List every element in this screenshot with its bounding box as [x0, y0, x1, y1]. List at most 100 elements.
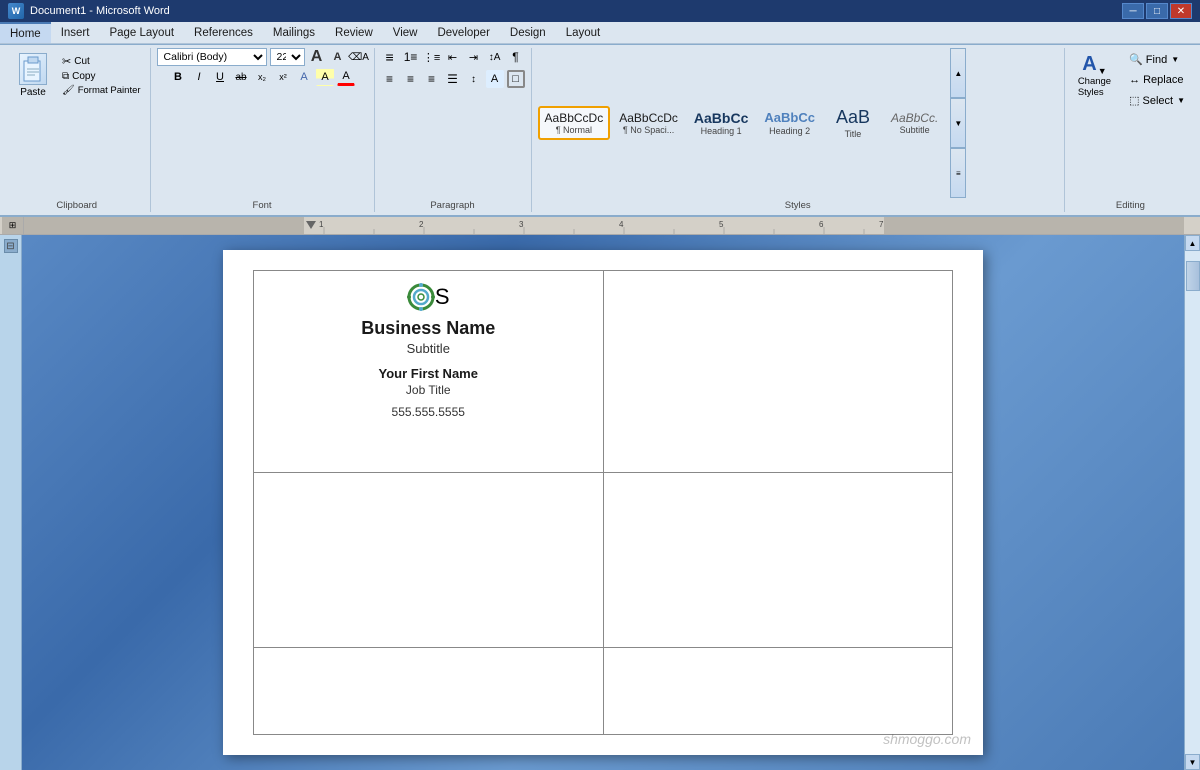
- menu-bar: Home Insert Page Layout References Maili…: [0, 22, 1200, 44]
- card-subtitle: Subtitle: [270, 341, 587, 356]
- select-button[interactable]: ⬚ Select ▼: [1124, 91, 1190, 110]
- clipboard-group-label: Clipboard: [10, 198, 144, 212]
- numbering-button[interactable]: 1≡: [402, 48, 420, 66]
- menu-layout[interactable]: Layout: [556, 22, 611, 43]
- paste-button[interactable]: Paste: [10, 48, 56, 103]
- change-styles-group: A ▼ ChangeStyles 🔍 Find ▼ ↔ Replace: [1065, 48, 1196, 212]
- menu-mailings[interactable]: Mailings: [263, 22, 325, 43]
- strikethrough-button[interactable]: ab: [232, 68, 250, 86]
- document-page[interactable]: S Business Name Subtitle Your First Name…: [223, 250, 983, 755]
- card-logo-area: S: [270, 283, 587, 314]
- menu-design[interactable]: Design: [500, 22, 556, 43]
- clipboard-group: Paste ✂ Cut ⧉ Copy 🖌 Format: [4, 48, 151, 212]
- ruler-marks: 1 2 3 4 5 6 7: [24, 217, 1198, 235]
- multilevel-list-button[interactable]: ⋮≡: [423, 48, 441, 66]
- card-cell-right-bottom[interactable]: [603, 647, 953, 734]
- card-phone: 555.555.5555: [270, 405, 587, 419]
- paragraph-group-label: Paragraph: [381, 198, 525, 212]
- line-spacing-button[interactable]: ↕: [465, 70, 483, 88]
- title-bar: W Document1 - Microsoft Word ─ □ ✕: [0, 0, 1200, 22]
- replace-button[interactable]: ↔ Replace: [1124, 71, 1190, 89]
- menu-page-layout[interactable]: Page Layout: [99, 22, 184, 43]
- view-ruler-button[interactable]: ⊟: [4, 239, 18, 253]
- style-title[interactable]: AaB Title: [824, 102, 882, 144]
- vertical-scrollbar[interactable]: ▲ ▼: [1184, 235, 1200, 770]
- style-title-preview: AaB: [836, 107, 870, 129]
- text-effects-button[interactable]: A: [295, 68, 313, 86]
- style-heading2[interactable]: AaBbCc Heading 2: [757, 105, 822, 141]
- scissors-icon: ✂: [62, 55, 71, 68]
- menu-references[interactable]: References: [184, 22, 263, 43]
- style-normal[interactable]: AaBbCcDc ¶ Normal: [538, 106, 611, 140]
- style-subtitle[interactable]: AaBbCc. Subtitle: [884, 106, 945, 140]
- clear-formatting-button[interactable]: ⌫A: [350, 48, 368, 66]
- increase-indent-button[interactable]: ⇥: [465, 48, 483, 66]
- menu-review[interactable]: Review: [325, 22, 383, 43]
- card-cell-right-middle[interactable]: [603, 472, 953, 647]
- menu-home[interactable]: Home: [0, 22, 51, 43]
- find-button[interactable]: 🔍 Find ▼: [1124, 50, 1190, 69]
- select-dropdown-icon: ▼: [1177, 96, 1185, 105]
- style-heading2-preview: AaBbCc: [764, 110, 815, 126]
- align-right-button[interactable]: ≡: [423, 70, 441, 88]
- font-group-label: Font: [157, 198, 368, 212]
- menu-insert[interactable]: Insert: [51, 22, 100, 43]
- card-row-2: [254, 472, 953, 647]
- show-marks-button[interactable]: ¶: [507, 48, 525, 66]
- business-name: Business Name: [270, 318, 587, 339]
- superscript-button[interactable]: x²: [274, 68, 292, 86]
- change-styles-dropdown-icon: ▼: [1098, 66, 1107, 76]
- shrink-font-button[interactable]: A: [329, 48, 347, 66]
- style-heading1[interactable]: AaBbCc Heading 1: [687, 105, 755, 142]
- font-size-select[interactable]: 22: [270, 48, 305, 66]
- font-family-select[interactable]: Calibri (Body): [157, 48, 267, 66]
- italic-button[interactable]: I: [190, 68, 208, 86]
- menu-developer[interactable]: Developer: [427, 22, 499, 43]
- card-cell-left-bottom[interactable]: [254, 647, 604, 734]
- styles-scroll-up-button[interactable]: ▲: [950, 48, 966, 98]
- watermark: shmoggo.com: [883, 731, 971, 747]
- style-no-spacing[interactable]: AaBbCcDc ¶ No Spaci...: [612, 106, 685, 140]
- card-cell-main[interactable]: S Business Name Subtitle Your First Name…: [254, 271, 604, 473]
- bullets-button[interactable]: ≡: [381, 48, 399, 66]
- card-row-3: [254, 647, 953, 734]
- styles-scroll-down-button[interactable]: ▼: [950, 98, 966, 148]
- maximize-button[interactable]: □: [1146, 3, 1168, 19]
- borders-button[interactable]: □: [507, 70, 525, 88]
- sort-button[interactable]: ↕A: [486, 48, 504, 66]
- styles-more-button[interactable]: ≡: [950, 148, 966, 198]
- bold-button[interactable]: B: [169, 68, 187, 86]
- style-normal-preview: AaBbCcDc: [545, 111, 604, 125]
- card-cell-left-middle[interactable]: [254, 472, 604, 647]
- change-styles-button[interactable]: A ▼ ChangeStyles: [1071, 48, 1118, 103]
- copy-icon: ⧉: [62, 71, 69, 82]
- window-title: Document1 - Microsoft Word: [30, 5, 1122, 17]
- svg-text:4: 4: [619, 220, 624, 229]
- scroll-thumb[interactable]: [1186, 261, 1200, 291]
- grow-font-button[interactable]: A: [308, 48, 326, 66]
- cut-button[interactable]: ✂ Cut: [59, 54, 144, 69]
- scroll-down-button[interactable]: ▼: [1185, 754, 1200, 770]
- scroll-up-button[interactable]: ▲: [1185, 235, 1200, 251]
- card-cell-right-top[interactable]: [603, 271, 953, 473]
- window-controls: ─ □ ✕: [1122, 3, 1192, 19]
- business-card-table: S Business Name Subtitle Your First Name…: [253, 270, 953, 735]
- ruler-corner: ⊞: [2, 217, 24, 234]
- font-color-button[interactable]: A: [337, 68, 355, 86]
- menu-view[interactable]: View: [383, 22, 428, 43]
- svg-text:6: 6: [819, 220, 824, 229]
- align-center-button[interactable]: ≡: [402, 70, 420, 88]
- underline-button[interactable]: U: [211, 68, 229, 86]
- format-painter-button[interactable]: 🖌 Format Painter: [59, 84, 144, 97]
- subscript-button[interactable]: x₂: [253, 68, 271, 86]
- decrease-indent-button[interactable]: ⇤: [444, 48, 462, 66]
- close-button[interactable]: ✕: [1170, 3, 1192, 19]
- svg-text:5: 5: [719, 220, 724, 229]
- minimize-button[interactable]: ─: [1122, 3, 1144, 19]
- copy-button[interactable]: ⧉ Copy: [59, 70, 144, 83]
- shading-button[interactable]: A: [486, 70, 504, 88]
- scroll-track[interactable]: [1185, 251, 1200, 754]
- align-left-button[interactable]: ≡: [381, 70, 399, 88]
- justify-button[interactable]: ☰: [444, 70, 462, 88]
- highlight-color-button[interactable]: A: [316, 68, 334, 86]
